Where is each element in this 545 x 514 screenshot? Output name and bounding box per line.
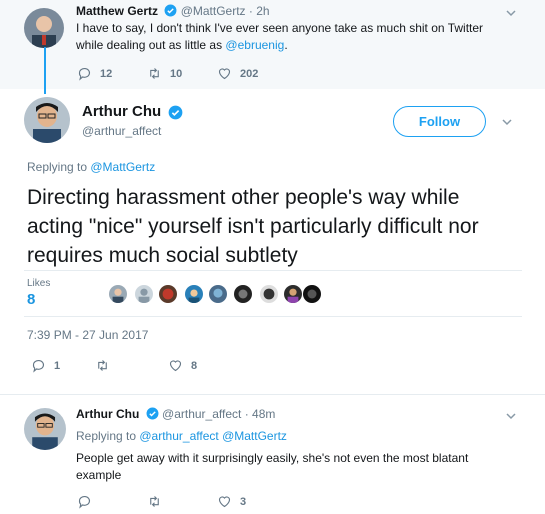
avatar[interactable] [283,284,303,304]
divider [24,316,522,317]
avatar[interactable] [108,284,128,304]
retweet-icon [98,360,107,371]
author-name[interactable]: Arthur Chu [82,103,161,120]
avatar[interactable] [208,284,228,304]
tweet-time[interactable]: · 48m [245,407,276,421]
tweet-text: Directing harassment other people's way … [27,186,479,267]
avatar[interactable] [184,284,204,304]
author-handle[interactable]: @MattGertz [181,4,246,18]
heart-icon [169,360,182,372]
replying-to: Replying to @MattGertz [27,160,155,174]
avatar[interactable] [24,408,66,450]
retweet-icon [150,68,159,79]
mention-link[interactable]: @arthur_affect [139,429,218,443]
retweet-icon [150,496,159,507]
divider [0,394,545,395]
likes-count[interactable]: 8 [27,291,35,308]
like-button[interactable]: 202 [217,66,258,81]
like-count: 202 [240,67,259,80]
divider [24,270,522,271]
retweet-button[interactable]: 10 [147,66,182,81]
author-name[interactable]: Matthew Gertz [76,4,158,18]
retweet-button[interactable] [95,358,118,373]
like-button[interactable]: 3 [217,494,246,509]
author-handle[interactable]: @arthur_affect [162,407,241,421]
avatar[interactable] [233,284,253,304]
thread-line [44,47,46,94]
avatar[interactable] [134,284,154,304]
verified-icon [146,407,159,420]
mention-link[interactable]: @MattGertz [222,429,287,443]
tweet-time[interactable]: · 2h [249,4,270,18]
chevron-down-icon[interactable] [500,115,514,129]
reply-button[interactable]: 1 [31,358,60,373]
avatar[interactable] [158,284,178,304]
mention-link[interactable]: @ebruenig [225,38,284,52]
reply-button[interactable]: 12 [77,66,112,81]
parent-tweet[interactable]: Matthew Gertz @MattGertz · 2h I have to … [0,0,545,89]
like-button[interactable]: 8 [168,358,197,373]
author-name[interactable]: Arthur Chu [76,407,139,421]
reply-count: 1 [54,359,61,372]
tweet-text: People get away with it surprisingly eas… [76,451,469,482]
retweet-button[interactable] [147,494,170,509]
chevron-down-icon[interactable] [504,6,518,20]
like-count: 3 [240,495,247,508]
reply-button[interactable] [77,494,100,509]
verified-icon [168,105,183,120]
tweet-timestamp[interactable]: 7:39 PM - 27 Jun 2017 [27,328,148,342]
heart-icon [218,496,231,508]
heart-icon [218,68,231,80]
avatar[interactable] [24,97,70,143]
replying-prefix: Replying to [27,160,91,174]
chevron-down-icon[interactable] [504,409,518,423]
avatar[interactable] [259,284,279,304]
replying-prefix: Replying to [76,429,140,443]
mention-link[interactable]: @MattGertz [90,160,155,174]
like-count: 8 [191,359,198,372]
reply-icon [32,359,45,373]
retweet-count: 10 [170,67,183,80]
tweet-text: I have to say, I don't think I've ever s… [76,20,506,54]
verified-icon [164,4,177,17]
follow-button[interactable]: Follow [393,106,486,137]
reply-icon [78,495,91,509]
reply-count: 12 [100,67,113,80]
avatar[interactable] [24,8,64,48]
reply-icon [78,67,91,81]
likes-label: Likes [27,278,51,289]
avatar[interactable] [302,284,322,304]
author-handle[interactable]: @arthur_affect [82,124,161,138]
replying-to: Replying to @arthur_affect @MattGertz [76,429,287,443]
tweet-text-end: . [284,38,288,52]
